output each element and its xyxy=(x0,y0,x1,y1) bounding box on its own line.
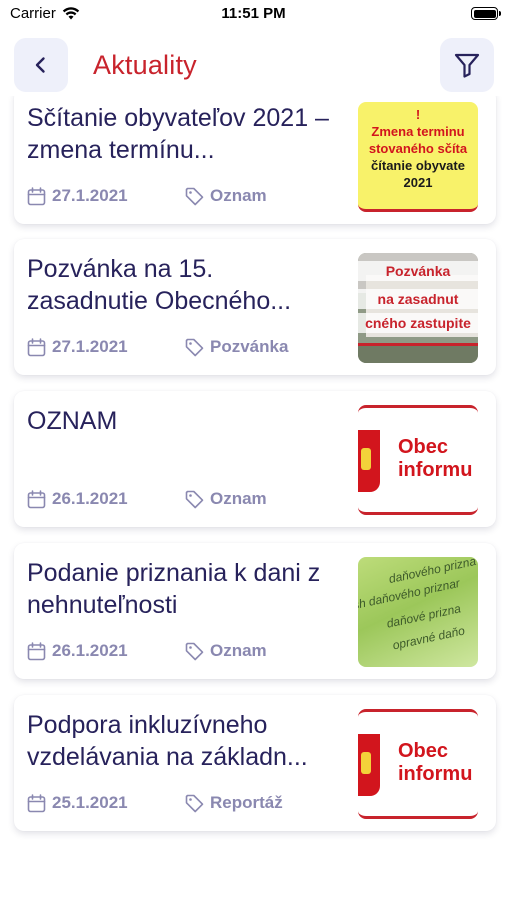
calendar-icon xyxy=(27,337,46,356)
filter-icon xyxy=(454,53,480,78)
article-category-text: Oznam xyxy=(210,641,267,660)
article-date: 25.1.2021 xyxy=(27,793,185,813)
page-title: Aktuality xyxy=(93,50,197,80)
tag-icon xyxy=(185,794,204,812)
back-button[interactable] xyxy=(14,38,68,92)
article-category: Pozvánka xyxy=(185,337,288,357)
article-thumbnail: ! Zmena terminu stovaného sčíta čítanie … xyxy=(358,102,478,212)
tag-icon xyxy=(185,338,204,356)
tag-icon xyxy=(185,490,204,508)
article-date-text: 27.1.2021 xyxy=(52,337,128,356)
article-title: Podpora inkluzívneho vzdelávania na zákl… xyxy=(27,711,308,771)
article-thumbnail: Pozvánka na zasadnut cného zastupite xyxy=(358,253,478,363)
thumb-text: Obec xyxy=(398,436,449,458)
thumb-text: cného zastupite xyxy=(358,313,478,333)
calendar-icon xyxy=(27,641,46,660)
calendar-icon xyxy=(27,186,46,205)
article-date-text: 26.1.2021 xyxy=(52,489,128,508)
article-category-text: Oznam xyxy=(210,186,267,205)
thumb-text: Pozvánka xyxy=(358,261,478,281)
article-category-text: Oznam xyxy=(210,489,267,508)
calendar-icon xyxy=(27,793,46,812)
thumb-text: opravné daňo xyxy=(391,623,467,653)
thumb-text: čítanie obyvate xyxy=(371,158,465,173)
thumb-text: 2021 xyxy=(403,175,433,190)
article-date-text: 27.1.2021 xyxy=(52,186,128,205)
status-time: 11:51 PM xyxy=(221,5,286,22)
coat-of-arms-icon xyxy=(358,430,380,492)
filter-button[interactable] xyxy=(440,38,494,92)
article-title: OZNAM xyxy=(27,407,118,435)
thumb-text: na zasadnut xyxy=(358,289,478,309)
article-category: Oznam xyxy=(185,489,267,509)
article-meta: 27.1.2021 Oznam xyxy=(27,186,267,206)
article-thumbnail: Obec informu xyxy=(358,709,478,819)
article-title: Sčítanie obyvateľov 2021 – zmena termínu… xyxy=(27,104,329,164)
calendar-icon xyxy=(27,489,46,508)
status-bar: Carrier 11:51 PM xyxy=(0,0,507,30)
article-date: 27.1.2021 xyxy=(27,337,185,357)
article-list: Sčítanie obyvateľov 2021 – zmena termínu… xyxy=(0,96,507,900)
article-meta: 27.1.2021 Pozvánka xyxy=(27,337,288,357)
article-category: Oznam xyxy=(185,641,267,661)
article-date-text: 25.1.2021 xyxy=(52,793,128,812)
article-date: 26.1.2021 xyxy=(27,489,185,509)
article-card[interactable]: Podanie priznania k dani z nehnuteľnosti… xyxy=(14,543,496,679)
thumb-text: informu xyxy=(398,763,473,785)
thumb-text: informu xyxy=(398,459,473,481)
article-card[interactable]: OZNAM 26.1.2021 Oznam Obec informu xyxy=(14,391,496,527)
thumb-text: ! xyxy=(415,107,421,122)
article-meta: 25.1.2021 Reportáž xyxy=(27,793,283,813)
article-date-text: 26.1.2021 xyxy=(52,641,128,660)
article-card[interactable]: Podpora inkluzívneho vzdelávania na zákl… xyxy=(14,695,496,831)
thumb-text: Zmena terminu xyxy=(371,124,465,139)
article-category: Oznam xyxy=(185,186,267,206)
article-category-text: Pozvánka xyxy=(210,337,289,356)
article-thumbnail: daňového prizna sh daňového priznar daňo… xyxy=(358,557,478,667)
article-date: 27.1.2021 xyxy=(27,186,185,206)
article-date: 26.1.2021 xyxy=(27,641,185,661)
tag-icon xyxy=(185,642,204,660)
article-card[interactable]: Pozvánka na 15. zasadnutie Obecného... 2… xyxy=(14,239,496,375)
article-category: Reportáž xyxy=(185,793,283,813)
coat-of-arms-icon xyxy=(358,734,380,796)
article-category-text: Reportáž xyxy=(210,793,283,812)
article-thumbnail: Obec informu xyxy=(358,405,478,515)
thumb-text: Obec xyxy=(398,740,449,762)
article-meta: 26.1.2021 Oznam xyxy=(27,641,267,661)
chevron-left-icon xyxy=(35,57,45,73)
article-title: Pozvánka na 15. zasadnutie Obecného... xyxy=(27,255,292,315)
article-card[interactable]: Sčítanie obyvateľov 2021 – zmena termínu… xyxy=(14,96,496,224)
thumb-text: stovaného sčíta xyxy=(368,141,468,156)
battery-icon xyxy=(471,7,501,20)
app-header: Aktuality xyxy=(0,38,507,94)
article-title: Podanie priznania k dani z nehnuteľnosti xyxy=(27,559,321,619)
article-meta: 26.1.2021 Oznam xyxy=(27,489,267,509)
tag-icon xyxy=(185,187,204,205)
